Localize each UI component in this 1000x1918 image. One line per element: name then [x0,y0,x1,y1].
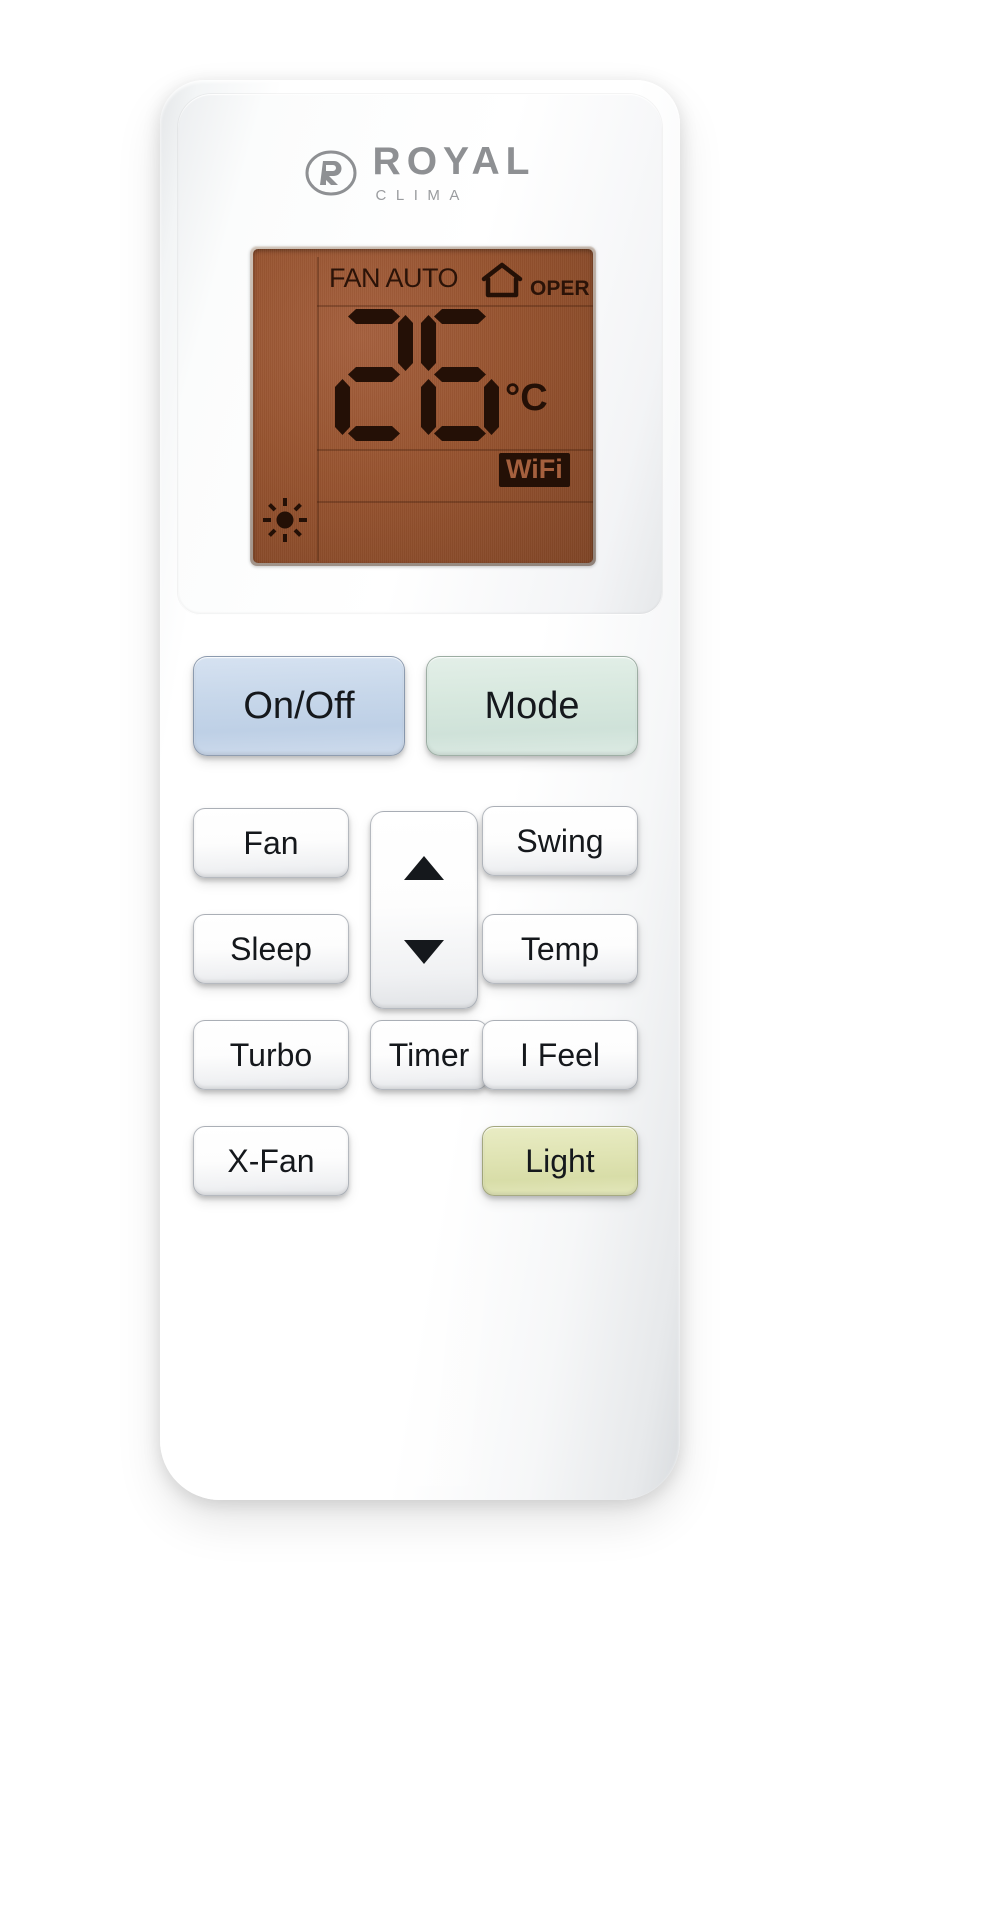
x-fan-button[interactable]: X-Fan [193,1126,349,1196]
temperature-rocker[interactable] [370,811,478,1009]
lcd-divider-top [317,305,593,307]
fan-button[interactable]: Fan [193,808,349,878]
down-arrow-icon[interactable] [404,940,444,964]
lcd-bezel: FAN AUTO OPER [250,246,596,566]
lcd-fan-mode-label: FAN AUTO [329,263,458,294]
brand-wordmark: ROYAL CLIMA [373,142,536,203]
seven-segment-digit [421,309,499,441]
lcd-screen: FAN AUTO OPER [253,249,593,563]
lcd-temperature-unit: °C [505,379,548,417]
seven-segment-digit [335,309,413,441]
lcd-divider-bottom [317,501,593,503]
temp-button[interactable]: Temp [482,914,638,984]
swing-button[interactable]: Swing [482,806,638,876]
lcd-wifi-badge: WiFi [499,453,570,487]
remote-control: ROYAL CLIMA FAN AUTO OPER [160,80,680,1500]
lcd-divider-middle [317,449,593,451]
registered-r-logo-icon [305,150,357,196]
brand-name-royal: ROYAL [373,142,536,181]
lcd-oper-label: OPER [530,277,590,301]
brand-name-clima: CLIMA [376,188,536,203]
on-off-button[interactable]: On/Off [193,656,405,756]
brand-logo: ROYAL CLIMA [178,142,662,203]
sleep-button[interactable]: Sleep [193,914,349,984]
lcd-divider-vertical [317,257,319,561]
i-feel-button[interactable]: I Feel [482,1020,638,1090]
timer-button[interactable]: Timer [370,1020,488,1090]
light-button[interactable]: Light [482,1126,638,1196]
sun-icon [262,497,308,543]
mode-button[interactable]: Mode [426,656,638,756]
house-icon [481,261,523,299]
turbo-button[interactable]: Turbo [193,1020,349,1090]
up-arrow-icon[interactable] [404,856,444,880]
display-panel: ROYAL CLIMA FAN AUTO OPER [178,94,662,614]
lcd-temperature-value [335,309,507,441]
